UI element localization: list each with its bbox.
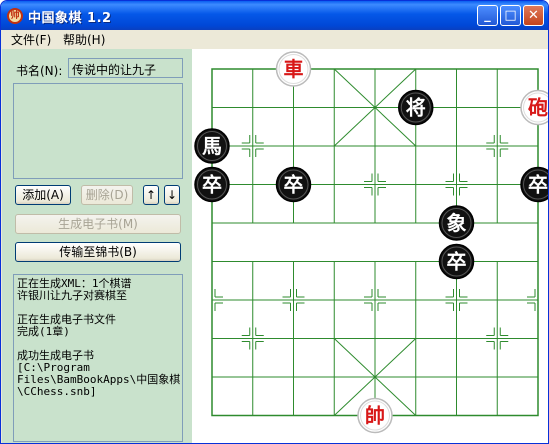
chess-board[interactable]: 車将砲馬卒卒卒象卒帥 — [192, 49, 548, 444]
menu-file[interactable]: 文件(F) — [11, 31, 51, 48]
log-line: 许银川让九子对赛棋至 — [17, 289, 127, 302]
soldier-piece-label: 卒 — [202, 173, 222, 197]
maximize-button[interactable]: □ — [500, 5, 521, 26]
left-panel: 书名(N): 传说中的让九子 添加(A) 删除(D) ↑ ↓ 生成电子书(M) … — [2, 49, 192, 443]
generate-ebook-button[interactable]: 生成电子书(M) — [15, 214, 181, 234]
move-up-button[interactable]: ↑ — [143, 185, 159, 205]
menu-help[interactable]: 帮助(H) — [63, 31, 105, 48]
general-piece-label: 将 — [406, 96, 426, 120]
app-window: 帅 中国象棋 1.2 _ □ ✕ 文件(F) 帮助(H) 书名(N): 传说中的… — [0, 0, 549, 444]
soldier-piece-label: 卒 — [528, 173, 548, 197]
horse-piece-label: 馬 — [202, 134, 222, 158]
marshal-piece-label: 帥 — [365, 404, 385, 428]
log-line: 完成(1章) — [17, 325, 70, 338]
cannon-piece-label: 砲 — [528, 96, 548, 120]
close-button[interactable]: ✕ — [523, 5, 544, 26]
elephant-piece-label: 象 — [447, 211, 467, 235]
title-bar[interactable]: 帅 中国象棋 1.2 _ □ ✕ — [1, 1, 548, 30]
chariot-piece-label: 車 — [284, 57, 304, 81]
log-output: 正在生成XML：1个棋谱 许银川让九子对赛棋至 正在生成电子书文件 完成(1章)… — [13, 274, 183, 442]
move-down-button[interactable]: ↓ — [164, 185, 180, 205]
chapter-list[interactable] — [13, 83, 183, 179]
transfer-button[interactable]: 传输至锦书(B) — [15, 242, 181, 262]
chess-app-icon: 帅 — [7, 8, 23, 24]
delete-button[interactable]: 删除(D) — [81, 185, 133, 205]
window-title: 中国象棋 1.2 — [28, 11, 112, 26]
soldier-piece-label: 卒 — [447, 250, 467, 274]
add-button[interactable]: 添加(A) — [15, 185, 71, 205]
book-name-input[interactable]: 传说中的让九子 — [68, 58, 183, 78]
log-line: \CChess.snb] — [17, 385, 97, 398]
minimize-button[interactable]: _ — [477, 5, 498, 26]
soldier-piece-label: 卒 — [284, 173, 304, 197]
menu-bar: 文件(F) 帮助(H) — [1, 30, 548, 48]
book-name-label: 书名(N): — [16, 64, 63, 78]
board-canvas[interactable]: 車将 砲馬卒卒卒象卒帥 — [192, 49, 548, 444]
